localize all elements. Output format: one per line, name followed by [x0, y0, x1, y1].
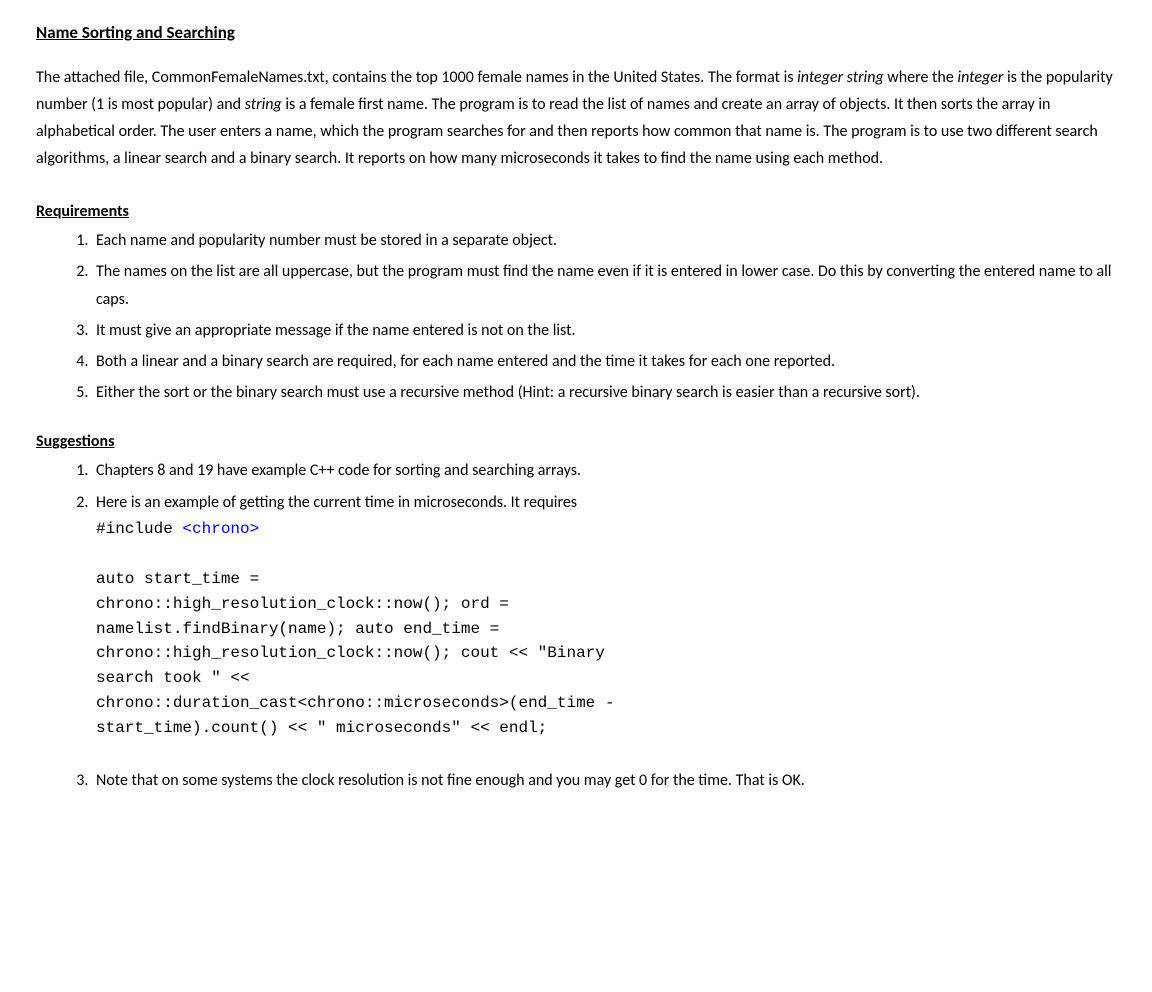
page-title: Name Sorting and Searching	[36, 20, 1116, 46]
list-item: Either the sort or the binary search mus…	[92, 379, 1116, 406]
intro-text: The attached file, CommonFemaleNames.txt…	[36, 68, 797, 87]
code-line: chrono::high_resolution_clock::now(); co…	[96, 641, 1116, 666]
include-header: <chrono>	[182, 520, 259, 538]
code-block: auto start_time = chrono::high_resolutio…	[96, 567, 1116, 741]
code-line: auto start_time =	[96, 567, 1116, 592]
list-item: Each name and popularity number must be …	[92, 227, 1116, 254]
intro-italic-2: integer	[957, 68, 1003, 87]
list-item: Here is an example of getting the curren…	[92, 489, 1116, 763]
requirements-heading: Requirements	[36, 200, 1116, 224]
intro-text-2: where the	[884, 68, 958, 87]
code-line: chrono::duration_cast<chrono::microsecon…	[96, 691, 1116, 716]
intro-italic-1: integer string	[797, 68, 884, 87]
code-line: chrono::high_resolution_clock::now(); or…	[96, 592, 1116, 617]
suggestions-heading: Suggestions	[36, 430, 1116, 454]
suggestions-list: Chapters 8 and 19 have example C++ code …	[36, 457, 1116, 793]
list-item: Note that on some systems the clock reso…	[92, 767, 1116, 794]
list-item: Chapters 8 and 19 have example C++ code …	[92, 457, 1116, 484]
suggestion-2-text: Here is an example of getting the curren…	[96, 493, 577, 512]
list-item: It must give an appropriate message if t…	[92, 317, 1116, 344]
code-line: start_time).count() << " microseconds" <…	[96, 716, 1116, 741]
list-item: Both a linear and a binary search are re…	[92, 348, 1116, 375]
code-line: namelist.findBinary(name); auto end_time…	[96, 617, 1116, 642]
intro-paragraph: The attached file, CommonFemaleNames.txt…	[36, 64, 1116, 173]
include-directive: #include	[96, 520, 182, 538]
include-line: #include <chrono>	[96, 516, 1116, 543]
list-item: The names on the list are all uppercase,…	[92, 258, 1116, 312]
requirements-list: Each name and popularity number must be …	[36, 227, 1116, 406]
intro-italic-3: string	[245, 95, 282, 114]
code-line: search took " <<	[96, 666, 1116, 691]
